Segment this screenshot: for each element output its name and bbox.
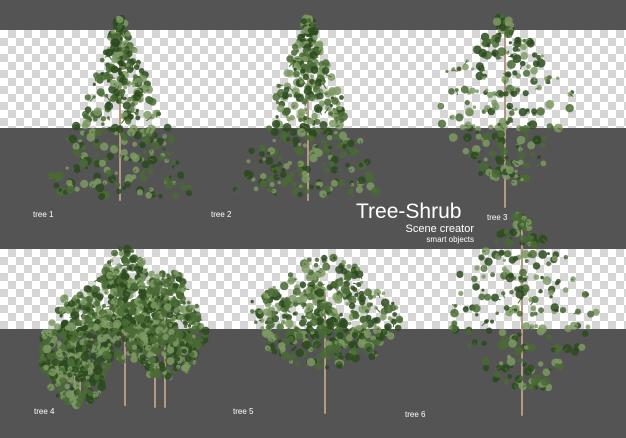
tree-2-label: tree 2 [211, 210, 232, 219]
tree-4-image[interactable] [25, 235, 215, 410]
tree-3-image[interactable] [435, 13, 575, 210]
title-block: Tree-Shrub Scene creator smart objects [356, 200, 474, 245]
tree-5-image[interactable] [245, 245, 405, 415]
title-subtitle: Scene creator [405, 223, 474, 235]
title-caption: smart objects [426, 235, 474, 244]
tree-1-image[interactable] [40, 14, 200, 205]
tree-1-label: tree 1 [33, 210, 54, 219]
tree-2-image[interactable] [228, 14, 388, 205]
tree-3-label: tree 3 [487, 213, 508, 222]
tree-5-label: tree 5 [233, 407, 254, 416]
title-main: Tree-Shrub [356, 200, 462, 223]
tree-6-label: tree 6 [405, 410, 426, 419]
tree-4-label: tree 4 [34, 407, 55, 416]
